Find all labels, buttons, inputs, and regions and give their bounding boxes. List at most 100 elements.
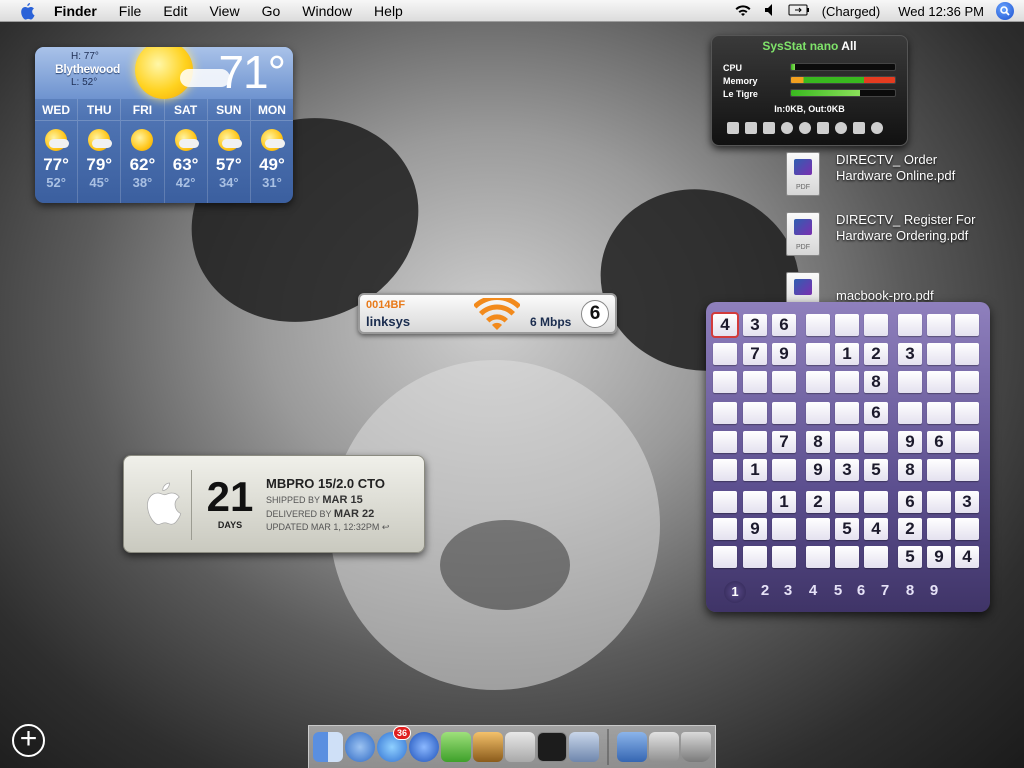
sudoku-cell[interactable]: [772, 371, 796, 393]
sudoku-cell[interactable]: [713, 459, 737, 481]
sudoku-cell[interactable]: 9: [898, 431, 922, 453]
sudoku-cell[interactable]: [927, 314, 951, 336]
finder-icon[interactable]: [313, 732, 343, 762]
sudoku-cell[interactable]: 8: [806, 431, 830, 453]
sudoku-cell[interactable]: 7: [743, 343, 767, 365]
clock-icon[interactable]: [835, 122, 847, 134]
sudoku-cell[interactable]: [864, 431, 888, 453]
sudoku-cell[interactable]: 5: [835, 518, 859, 540]
sudoku-number-button[interactable]: 8: [900, 582, 920, 599]
sudoku-cell[interactable]: [772, 402, 796, 424]
sudoku-cell[interactable]: 1: [743, 459, 767, 481]
sudoku-number-button[interactable]: 7: [875, 582, 895, 599]
sudoku-cell[interactable]: [743, 491, 767, 513]
sudoku-cell[interactable]: 1: [772, 491, 796, 513]
network-icon[interactable]: [799, 122, 811, 134]
updated-time[interactable]: UPDATED MAR 1, 12:32PM ↩: [266, 522, 389, 533]
sudoku-cell[interactable]: [864, 491, 888, 513]
sudoku-cell[interactable]: 9: [743, 518, 767, 540]
wifi-icon[interactable]: [734, 3, 752, 20]
menu-clock[interactable]: Wed 12:36 PM: [898, 4, 984, 19]
sudoku-number-button[interactable]: 9: [924, 582, 944, 599]
sudoku-cell[interactable]: [898, 371, 922, 393]
sudoku-cell[interactable]: [927, 343, 951, 365]
sudoku-cell[interactable]: [955, 371, 979, 393]
sudoku-number-button[interactable]: 1: [724, 581, 746, 603]
sudoku-cell[interactable]: [713, 518, 737, 540]
sudoku-cell[interactable]: [743, 402, 767, 424]
cpu-icon[interactable]: [745, 122, 757, 134]
itunes-icon[interactable]: [441, 732, 471, 762]
safari-icon[interactable]: [345, 732, 375, 762]
sudoku-cell[interactable]: [806, 314, 830, 336]
add-widget-button[interactable]: +: [12, 724, 45, 757]
trash-icon[interactable]: [681, 732, 711, 762]
ichat-icon[interactable]: [409, 732, 439, 762]
iphoto-icon[interactable]: [473, 732, 503, 762]
info-icon[interactable]: [871, 122, 883, 134]
sudoku-cell[interactable]: [835, 314, 859, 336]
sudoku-cell[interactable]: 3: [955, 491, 979, 513]
menu-edit[interactable]: Edit: [152, 0, 198, 22]
sudoku-cell[interactable]: [898, 402, 922, 424]
sudoku-cell[interactable]: [864, 314, 888, 336]
sudoku-cell[interactable]: [713, 491, 737, 513]
sudoku-cell[interactable]: [927, 518, 951, 540]
sudoku-cell[interactable]: [835, 546, 859, 568]
sudoku-cell[interactable]: [713, 546, 737, 568]
sudoku-cell[interactable]: [927, 402, 951, 424]
sudoku-number-button[interactable]: 4: [803, 582, 823, 599]
sudoku-number-button[interactable]: 6: [851, 582, 871, 599]
sudoku-cell[interactable]: [806, 518, 830, 540]
sudoku-cell[interactable]: [713, 371, 737, 393]
menu-finder[interactable]: Finder: [50, 0, 108, 22]
sudoku-cell[interactable]: [955, 314, 979, 336]
sudoku-cell[interactable]: 2: [864, 343, 888, 365]
sudoku-cell[interactable]: 7: [772, 431, 796, 453]
sudoku-cell[interactable]: [772, 459, 796, 481]
desktop-file[interactable]: PDF DIRECTV_ Register For Hardware Order…: [786, 212, 975, 256]
menu-view[interactable]: View: [198, 0, 250, 22]
sudoku-cell[interactable]: [713, 343, 737, 365]
desktop-file[interactable]: PDF DIRECTV_ Order Hardware Online.pdf: [786, 152, 955, 196]
sudoku-cell[interactable]: 6: [772, 314, 796, 336]
sudoku-cell[interactable]: 2: [806, 491, 830, 513]
sudoku-cell[interactable]: 5: [898, 546, 922, 568]
sudoku-number-button[interactable]: 5: [828, 582, 848, 599]
system-preferences-icon[interactable]: [569, 732, 599, 762]
sudoku-cell[interactable]: 3: [743, 314, 767, 336]
applications-folder-icon[interactable]: [617, 732, 647, 762]
sudoku-cell[interactable]: [955, 518, 979, 540]
sudoku-cell[interactable]: [955, 431, 979, 453]
sudoku-cell[interactable]: 2: [898, 518, 922, 540]
sudoku-cell[interactable]: 3: [898, 343, 922, 365]
sudoku-cell[interactable]: [806, 402, 830, 424]
sudoku-cell[interactable]: [713, 431, 737, 453]
sudoku-cell[interactable]: 9: [927, 546, 951, 568]
sudoku-cell[interactable]: [955, 402, 979, 424]
terminal-icon[interactable]: [537, 732, 567, 762]
sudoku-cell[interactable]: [772, 546, 796, 568]
sudoku-cell[interactable]: 6: [864, 402, 888, 424]
sudoku-cell[interactable]: 4: [864, 518, 888, 540]
battery-icon[interactable]: [853, 122, 865, 134]
sudoku-cell[interactable]: [864, 546, 888, 568]
sudoku-cell[interactable]: [806, 546, 830, 568]
disk-icon[interactable]: [781, 122, 793, 134]
grid-icon[interactable]: [727, 122, 739, 134]
sudoku-number-button[interactable]: 2: [755, 582, 775, 599]
sudoku-cell[interactable]: 6: [898, 491, 922, 513]
memory-icon[interactable]: [763, 122, 775, 134]
sudoku-cell[interactable]: 4: [955, 546, 979, 568]
sudoku-cell[interactable]: 3: [835, 459, 859, 481]
sudoku-cell[interactable]: [806, 343, 830, 365]
sudoku-cell[interactable]: [743, 431, 767, 453]
spotlight-icon[interactable]: [996, 2, 1014, 20]
sudoku-cell[interactable]: [927, 459, 951, 481]
sudoku-cell[interactable]: [772, 518, 796, 540]
sudoku-cell[interactable]: 9: [806, 459, 830, 481]
sudoku-cell[interactable]: [898, 314, 922, 336]
apple-menu-icon[interactable]: [16, 0, 38, 22]
sudoku-cell[interactable]: [927, 491, 951, 513]
sudoku-cell[interactable]: 8: [864, 371, 888, 393]
